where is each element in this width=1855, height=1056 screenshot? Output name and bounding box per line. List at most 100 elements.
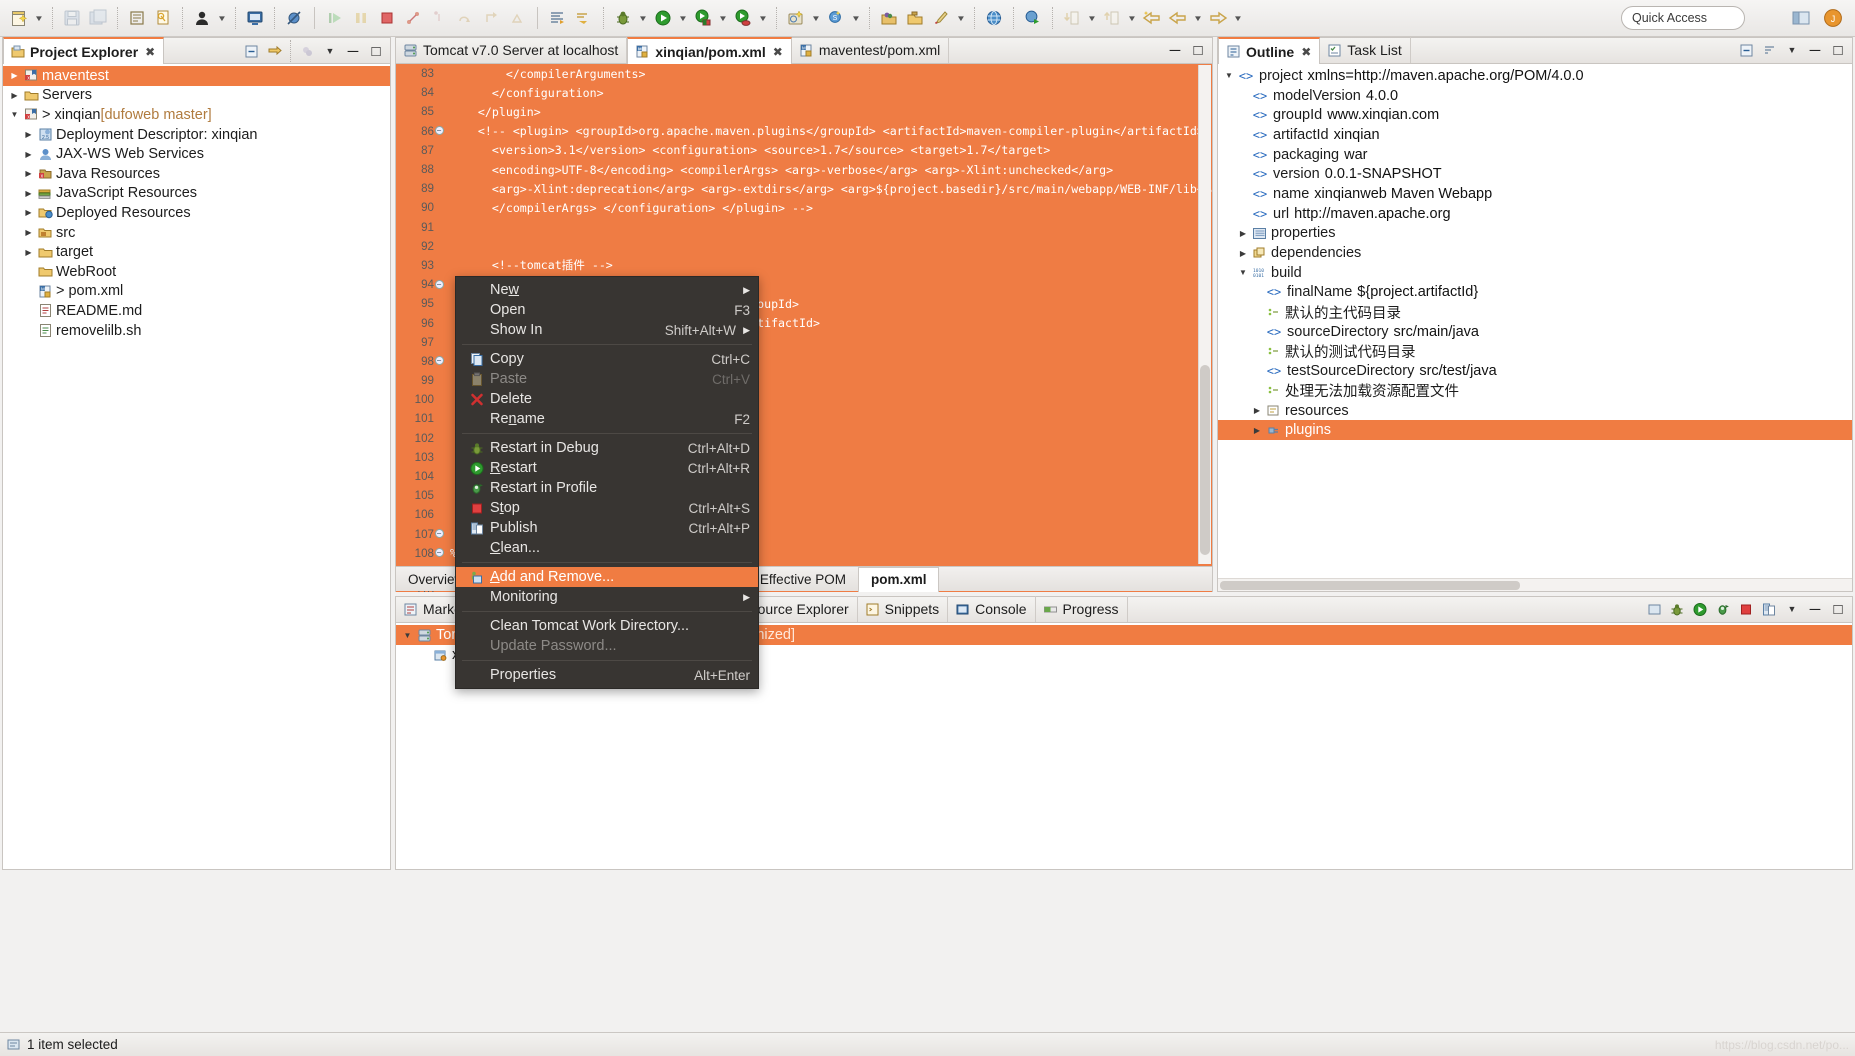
save-icon[interactable]: [59, 5, 85, 31]
menu-item-copy[interactable]: Copy Ctrl+C: [456, 349, 758, 369]
new-web-project-dropdown-icon[interactable]: [809, 5, 823, 31]
outline-row[interactable]: <> testSourceDirectory src/test/java: [1218, 361, 1852, 381]
fold-collapse-icon[interactable]: −: [434, 356, 444, 366]
form-tab-pom-xml[interactable]: pom.xml: [857, 566, 940, 592]
profile-icon[interactable]: [730, 5, 756, 31]
tree-item-servers[interactable]: Servers: [3, 86, 390, 106]
menu-item-clean[interactable]: Clean...: [456, 538, 758, 558]
publish-server-icon[interactable]: [1759, 599, 1779, 619]
menu-item-new[interactable]: New ▶: [456, 280, 758, 300]
tree-expand-arrow-icon[interactable]: [21, 248, 36, 257]
tree-item-pom-xml[interactable]: M > pom.xml: [3, 282, 390, 302]
project-tree[interactable]: xmaventestServersx> xinqian [dufoweb mas…: [3, 64, 390, 342]
scrollbar-thumb[interactable]: [1200, 365, 1210, 555]
disconnect-icon[interactable]: [400, 5, 426, 31]
quick-access-input[interactable]: Quick Access: [1621, 6, 1745, 30]
suspend-icon[interactable]: [348, 5, 374, 31]
step-into-icon[interactable]: [426, 5, 452, 31]
pin-dropdown-icon[interactable]: [954, 5, 968, 31]
outline-row[interactable]: <> projectxmlns=http://maven.apache.org/P…: [1218, 66, 1852, 86]
back-marked-icon[interactable]: [1139, 5, 1165, 31]
tree-item-target[interactable]: target: [3, 242, 390, 262]
outline-row[interactable]: 默认的测试代码目录: [1218, 342, 1852, 362]
open-task-icon[interactable]: [876, 5, 902, 31]
minimize-icon[interactable]: ─: [343, 41, 363, 61]
close-icon[interactable]: ✖: [1301, 45, 1311, 59]
tree-item-webroot[interactable]: WebRoot: [3, 262, 390, 282]
outline-row[interactable]: <> modelVersion 4.0.0: [1218, 86, 1852, 106]
tree-expand-arrow-icon[interactable]: [400, 631, 415, 640]
save-all-icon[interactable]: [85, 5, 111, 31]
tree-expand-arrow-icon[interactable]: [1250, 406, 1264, 415]
step-over-icon[interactable]: [452, 5, 478, 31]
sort-icon[interactable]: [1759, 40, 1779, 60]
debug-dropdown-icon[interactable]: [636, 5, 650, 31]
tree-item-maventest[interactable]: xmaventest: [3, 66, 390, 86]
tree-expand-arrow-icon[interactable]: [1250, 426, 1264, 435]
menu-item-stop[interactable]: Stop Ctrl+Alt+S: [456, 498, 758, 518]
tree-expand-arrow-icon[interactable]: [7, 110, 22, 119]
tab-task-list[interactable]: Task List: [1320, 37, 1411, 63]
java-ee-perspective-icon[interactable]: J: [1819, 5, 1847, 31]
step-return-icon[interactable]: [478, 5, 504, 31]
tree-item-javascript-resources[interactable]: JavaScript Resources: [3, 184, 390, 204]
outline-row[interactable]: <> packaging war: [1218, 145, 1852, 165]
new-web-project-icon[interactable]: [783, 5, 809, 31]
tree-item-deployment-descriptor-xinqian[interactable]: 2.5 Deployment Descriptor: xinqian: [3, 125, 390, 145]
forward-dropdown-icon[interactable]: [1231, 5, 1245, 31]
console-icon[interactable]: [242, 5, 268, 31]
collapse-all-icon[interactable]: [241, 41, 261, 61]
search-dropdown-icon[interactable]: [849, 5, 863, 31]
format-icon[interactable]: [545, 5, 571, 31]
view-menu-chevron-icon[interactable]: ▼: [320, 41, 340, 61]
open-folder-icon[interactable]: [902, 5, 928, 31]
fold-collapse-icon[interactable]: −: [434, 548, 444, 558]
run-icon[interactable]: [650, 5, 676, 31]
outline-row[interactable]: 10100101build: [1218, 263, 1852, 283]
tree-expand-arrow-icon[interactable]: [1222, 71, 1236, 80]
run-on-server-icon[interactable]: [690, 5, 716, 31]
tree-item-java-resources[interactable]: xJava Resources: [3, 164, 390, 184]
user-icon[interactable]: [189, 5, 215, 31]
debug-server-icon[interactable]: [1667, 599, 1687, 619]
tab-progress[interactable]: Progress: [1036, 596, 1128, 622]
stop-server-icon[interactable]: [1736, 599, 1756, 619]
forward-icon[interactable]: [1205, 5, 1231, 31]
tab-project-explorer[interactable]: Project Explorer ✖: [3, 37, 165, 64]
back-dropdown-icon[interactable]: [1191, 5, 1205, 31]
menu-item-publish[interactable]: Publish Ctrl+Alt+P: [456, 518, 758, 538]
menu-item-properties[interactable]: Properties Alt+Enter: [456, 665, 758, 685]
fold-collapse-icon[interactable]: −: [434, 279, 444, 290]
java-class-icon[interactable]: [124, 5, 150, 31]
tree-item-removelilb-sh[interactable]: removelilb.sh: [3, 321, 390, 341]
tree-expand-arrow-icon[interactable]: [1236, 249, 1250, 258]
minimize-icon[interactable]: ─: [1805, 599, 1825, 619]
outline-row[interactable]: resources: [1218, 401, 1852, 421]
outline-row[interactable]: <> artifactId xinqian: [1218, 125, 1852, 145]
tree-expand-arrow-icon[interactable]: [7, 71, 22, 80]
menu-item-restart[interactable]: Restart Ctrl+Alt+R: [456, 458, 758, 478]
editor-tab-xinqian-pom-xml[interactable]: Mxinqian/pom.xml ✖: [627, 37, 792, 64]
outline-row[interactable]: plugins: [1218, 420, 1852, 441]
outline-row[interactable]: <> finalName ${project.artifactId}: [1218, 283, 1852, 303]
menu-item-show-in[interactable]: Show In Shift+Alt+W ▶: [456, 320, 758, 340]
scrollbar-thumb[interactable]: [1220, 581, 1520, 590]
menu-item-restart-in-debug[interactable]: Restart in Debug Ctrl+Alt+D: [456, 438, 758, 458]
new-server-icon[interactable]: [1644, 599, 1664, 619]
run-on-server-dropdown-icon[interactable]: [716, 5, 730, 31]
tree-expand-arrow-icon[interactable]: [7, 91, 22, 100]
tree-expand-arrow-icon[interactable]: [21, 150, 36, 159]
view-menu-chevron-icon[interactable]: ▼: [1782, 40, 1802, 60]
tree-expand-arrow-icon[interactable]: [21, 130, 36, 139]
menu-item-monitoring[interactable]: Monitoring ▶: [456, 587, 758, 607]
import-dropdown-icon[interactable]: [1085, 5, 1099, 31]
outline-row[interactable]: dependencies: [1218, 243, 1852, 263]
tree-expand-arrow-icon[interactable]: [21, 228, 36, 237]
close-icon[interactable]: ✖: [773, 45, 783, 59]
browser-icon[interactable]: [981, 5, 1007, 31]
export-dropdown-icon[interactable]: [1125, 5, 1139, 31]
outline-row[interactable]: <> url http://maven.apache.org: [1218, 204, 1852, 224]
menu-item-add-and-remove[interactable]: Add and Remove...: [456, 567, 758, 587]
new-file-dropdown-icon[interactable]: [32, 5, 46, 31]
export-icon[interactable]: [1099, 5, 1125, 31]
